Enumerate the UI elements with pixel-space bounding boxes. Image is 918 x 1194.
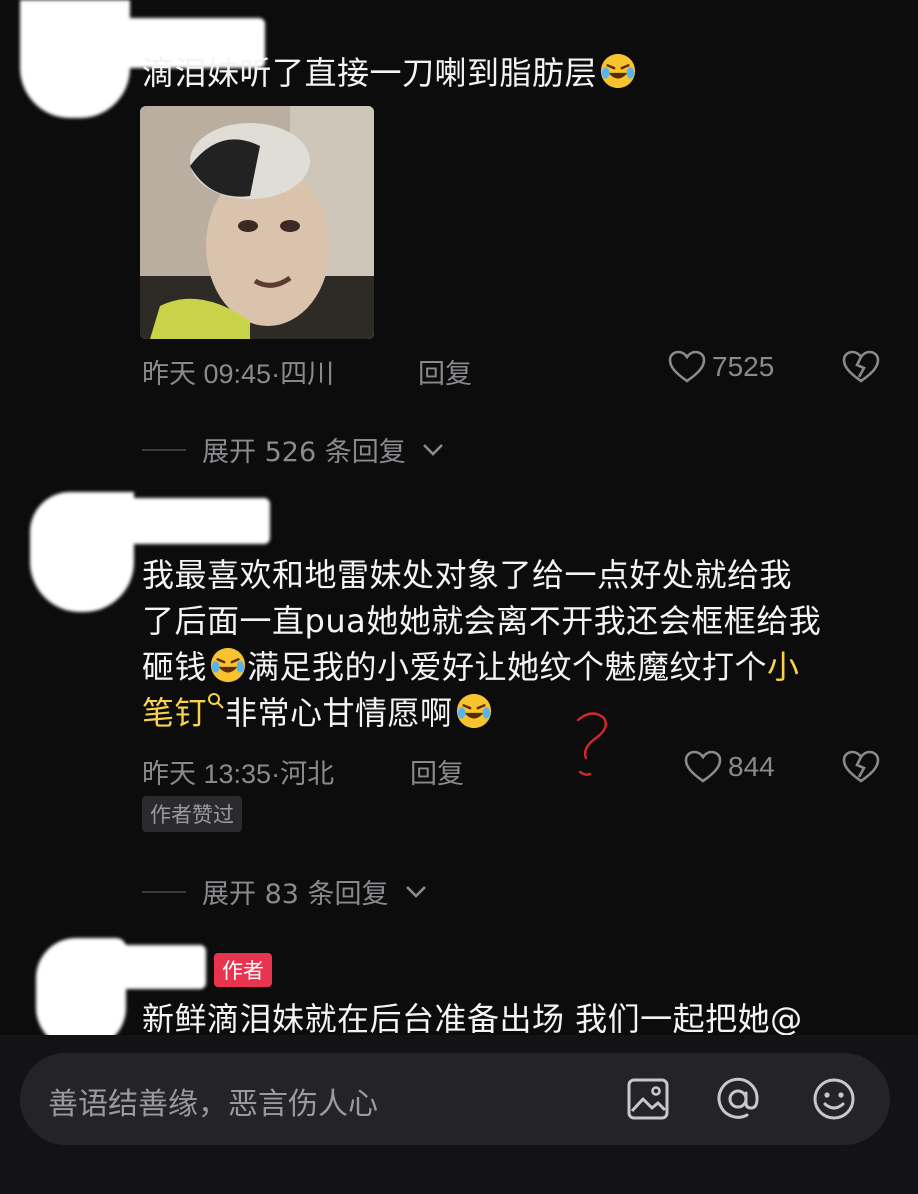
like-button[interactable]: 7525 (668, 350, 774, 384)
expand-replies-label: 展开 526 条回复 (202, 437, 406, 468)
image-icon[interactable] (624, 1075, 672, 1123)
meme-image[interactable] (140, 106, 374, 339)
search-link-text[interactable]: 小 (767, 648, 800, 686)
redacted-username-bar (115, 498, 270, 544)
divider-line (142, 890, 186, 893)
dislike-icon (842, 350, 880, 383)
author-liked-badge: 作者赞过 (142, 796, 242, 832)
reply-button[interactable]: 回复 (410, 752, 464, 791)
expand-replies-label: 展开 83 条回复 (202, 879, 389, 910)
heart-icon (684, 750, 722, 783)
divider-line (142, 448, 186, 451)
heart-icon (668, 350, 706, 383)
rolling-laughing-emoji-icon (600, 53, 636, 89)
dislike-button[interactable] (842, 750, 880, 788)
comment-input-bar: 善语结善缘，恶言伤人心 (0, 1035, 918, 1194)
dislike-button[interactable] (842, 350, 880, 388)
meme-image-graphic (140, 106, 374, 339)
comment-text: 滴泪妹听了直接一刀喇到脂肪层 (142, 50, 882, 96)
search-icon[interactable] (207, 692, 225, 710)
chevron-down-icon (405, 885, 426, 898)
comment-input-placeholder: 善语结善缘，恶言伤人心 (48, 1087, 378, 1122)
comment-timestamp: 昨天 09:45·四川 (142, 359, 335, 389)
at-icon[interactable] (714, 1075, 762, 1123)
dislike-icon (842, 750, 880, 783)
emoji-icon[interactable] (810, 1075, 858, 1123)
comment-text: 我最喜欢和地雷妹处对象了给一点好处就给我 了后面一直pua她她就会离不开我还会框… (142, 556, 822, 732)
comment-input[interactable]: 善语结善缘，恶言伤人心 (20, 1053, 890, 1145)
comment-timestamp: 昨天 13:35·河北 (142, 759, 335, 789)
rolling-laughing-emoji-icon (456, 693, 491, 729)
redacted-username (20, 0, 130, 118)
expand-replies-button[interactable]: 展开 526 条回复 (142, 430, 444, 469)
author-badge: 作者 (214, 953, 272, 987)
search-link-text[interactable]: 笔钉 (142, 694, 207, 732)
reply-button[interactable]: 回复 (418, 352, 472, 391)
expand-replies-button[interactable]: 展开 83 条回复 (142, 872, 427, 911)
like-button[interactable]: 844 (684, 750, 775, 784)
handwritten-question-mark (576, 712, 607, 776)
rolling-laughing-emoji-icon (210, 647, 246, 683)
redacted-username-bar (110, 945, 206, 989)
chevron-down-icon (422, 443, 443, 456)
